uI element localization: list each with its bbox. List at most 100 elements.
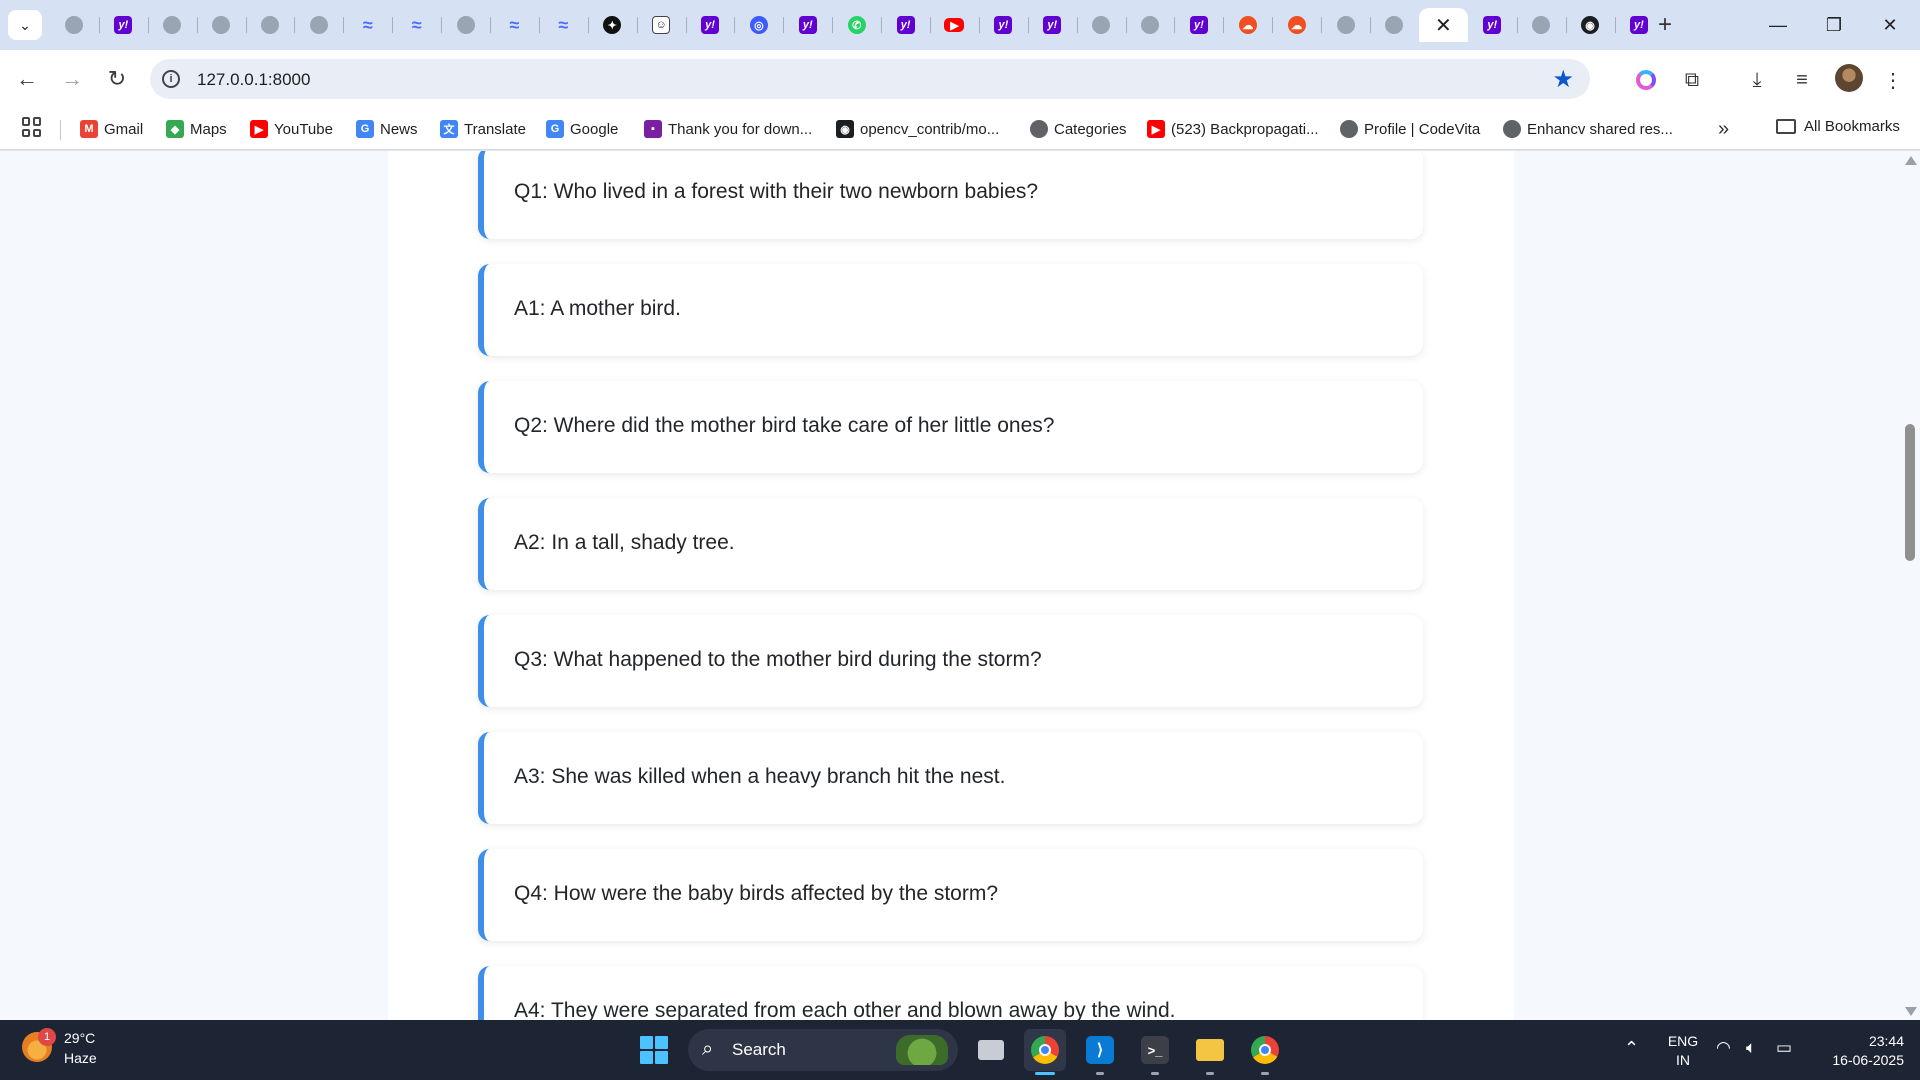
taskbar-file-explorer[interactable] xyxy=(1189,1029,1231,1075)
new-tab-button[interactable]: + xyxy=(1650,8,1680,42)
browser-tab[interactable]: ≈ xyxy=(392,8,441,42)
browser-tab[interactable]: y! xyxy=(978,8,1028,42)
browser-tab[interactable]: y! xyxy=(1174,8,1223,42)
bookmark-item[interactable]: ▪ Thank you for down... xyxy=(644,118,812,140)
globe-icon xyxy=(1030,120,1048,138)
bookmark-item[interactable]: ▶ YouTube xyxy=(250,118,333,140)
close-window-button[interactable]: ✕ xyxy=(1862,0,1918,50)
openai-icon: ✦ xyxy=(603,16,622,34)
blue-circle-icon: ◎ xyxy=(749,16,768,34)
running-indicator xyxy=(1151,1072,1159,1075)
browser-tab[interactable]: y! xyxy=(98,8,148,42)
taskbar-chrome[interactable] xyxy=(1024,1029,1066,1075)
maps-icon: ◆ xyxy=(166,120,184,138)
browser-tab[interactable] xyxy=(196,8,246,42)
bookmark-label: Thank you for down... xyxy=(668,120,813,138)
yahoo-icon: y! xyxy=(1629,16,1648,34)
bookmark-item[interactable]: ▶ (523) Backpropagati... xyxy=(1147,118,1319,140)
browser-tab[interactable] xyxy=(1321,8,1370,42)
browser-tab[interactable]: ▶ xyxy=(930,8,979,42)
google-icon: G xyxy=(546,120,564,138)
running-indicator xyxy=(1261,1072,1269,1075)
taskbar-search[interactable]: ⌕ Search xyxy=(688,1029,958,1071)
browser-tab[interactable]: ✆ xyxy=(832,8,881,42)
browser-tab[interactable]: ◎ xyxy=(734,8,783,42)
bookmark-item[interactable]: Profile | CodeVita xyxy=(1340,118,1480,140)
browser-tab[interactable] xyxy=(50,8,99,42)
browser-tab[interactable] xyxy=(245,8,295,42)
taskbar-vscode[interactable]: ⟩ xyxy=(1079,1029,1121,1075)
question-card: Q4: How were the baby birds affected by … xyxy=(478,849,1423,941)
bookmark-item[interactable]: 文 Translate xyxy=(440,118,526,140)
menu-kebab-icon[interactable]: ⋮ xyxy=(1879,66,1907,94)
bookmark-item[interactable]: G Google xyxy=(546,118,618,140)
tab-search-button[interactable]: ⌄ xyxy=(8,10,42,40)
all-bookmarks-button[interactable]: All Bookmarks xyxy=(1776,118,1900,135)
browser-tab[interactable]: y! xyxy=(1027,8,1077,42)
browser-tab[interactable] xyxy=(1076,8,1126,42)
forward-button[interactable]: → xyxy=(57,64,87,94)
restore-button[interactable]: ❐ xyxy=(1806,0,1862,50)
task-view-button[interactable] xyxy=(970,1029,1012,1071)
clock[interactable]: 23:44 16-06-2025 xyxy=(1816,1032,1904,1070)
tray-overflow-icon[interactable]: ⌃ xyxy=(1624,1038,1639,1059)
browser-tab[interactable]: ✦ xyxy=(587,8,637,42)
bookmark-star-icon[interactable]: ★ xyxy=(1552,65,1574,94)
browser-tab[interactable]: y! xyxy=(685,8,735,42)
extensions-puzzle-icon[interactable]: ⧉ xyxy=(1678,66,1706,94)
browser-tab[interactable]: ≈ xyxy=(343,8,392,42)
browser-tab[interactable]: ☺ xyxy=(636,8,686,42)
reload-button[interactable]: ↻ xyxy=(102,64,132,94)
more-bookmarks-icon[interactable]: » xyxy=(1718,118,1729,141)
browser-tab[interactable]: ≈ xyxy=(490,8,539,42)
bookmark-item[interactable]: ◆ Maps xyxy=(166,118,227,140)
scroll-up-arrow-icon[interactable] xyxy=(1905,156,1917,165)
browser-tab[interactable]: ◉ xyxy=(1565,8,1615,42)
battery-icon[interactable]: ▭ xyxy=(1776,1038,1792,1058)
back-button[interactable]: ← xyxy=(12,64,42,94)
scroll-down-arrow-icon[interactable] xyxy=(1905,1007,1917,1016)
browser-tab[interactable]: y! xyxy=(783,8,832,42)
bookmark-item[interactable]: Enhancv shared res... xyxy=(1503,118,1673,140)
download-icon[interactable]: ⤓ xyxy=(1743,66,1771,94)
close-icon[interactable]: ✕ xyxy=(1435,13,1452,38)
weather-temperature[interactable]: 29°C xyxy=(64,1030,95,1046)
weather-condition[interactable]: Haze xyxy=(64,1050,97,1066)
taskbar-chrome-profile[interactable] xyxy=(1244,1029,1286,1075)
plus-icon: + xyxy=(1657,11,1672,38)
browser-tab[interactable] xyxy=(1516,8,1566,42)
browser-tab[interactable] xyxy=(147,8,197,42)
yahoo-icon: y! xyxy=(798,16,817,34)
start-button[interactable] xyxy=(640,1036,668,1064)
tab-active[interactable]: ✕ xyxy=(1418,8,1468,42)
browser-tab[interactable]: ≈ xyxy=(538,8,588,42)
bookmark-item[interactable]: ◉ opencv_contrib/mo... xyxy=(836,118,999,140)
browser-tab[interactable] xyxy=(294,8,343,42)
minimize-button[interactable]: — xyxy=(1750,0,1806,50)
browser-tab[interactable]: y! xyxy=(1468,8,1517,42)
bookmark-item[interactable]: G News xyxy=(356,118,418,140)
language-indicator[interactable]: ENG IN xyxy=(1666,1032,1700,1070)
browser-tab[interactable]: ☁ xyxy=(1272,8,1321,42)
volume-icon[interactable]: 🔈︎ xyxy=(1746,1038,1756,1058)
wifi-icon[interactable]: ◠ xyxy=(1716,1038,1731,1058)
browser-tab[interactable] xyxy=(1370,8,1419,42)
media-control-icon[interactable]: ≡ xyxy=(1788,66,1816,94)
apps-grid-icon[interactable] xyxy=(22,117,42,137)
address-bar[interactable]: i 127.0.0.1:8000 ★ xyxy=(150,59,1590,99)
browser-tab[interactable] xyxy=(441,8,490,42)
browser-tab[interactable] xyxy=(1125,8,1175,42)
taskbar-terminal[interactable]: >_ xyxy=(1134,1029,1176,1075)
bookmark-label: opencv_contrib/mo... xyxy=(860,120,1000,138)
bookmark-item[interactable]: M Gmail xyxy=(80,118,143,140)
extension-circle-icon[interactable] xyxy=(1632,66,1660,94)
url-text[interactable]: 127.0.0.1:8000 xyxy=(197,70,310,90)
page-scrollbar[interactable] xyxy=(1900,151,1920,1020)
bookmark-label: Categories xyxy=(1054,120,1127,138)
scrollbar-thumb[interactable] xyxy=(1905,424,1915,561)
bookmark-item[interactable]: Categories xyxy=(1030,118,1127,140)
browser-tab[interactable]: ☁ xyxy=(1223,8,1272,42)
site-info-icon[interactable]: i xyxy=(162,70,180,88)
profile-avatar[interactable] xyxy=(1835,64,1863,92)
browser-tab[interactable]: y! xyxy=(881,8,930,42)
